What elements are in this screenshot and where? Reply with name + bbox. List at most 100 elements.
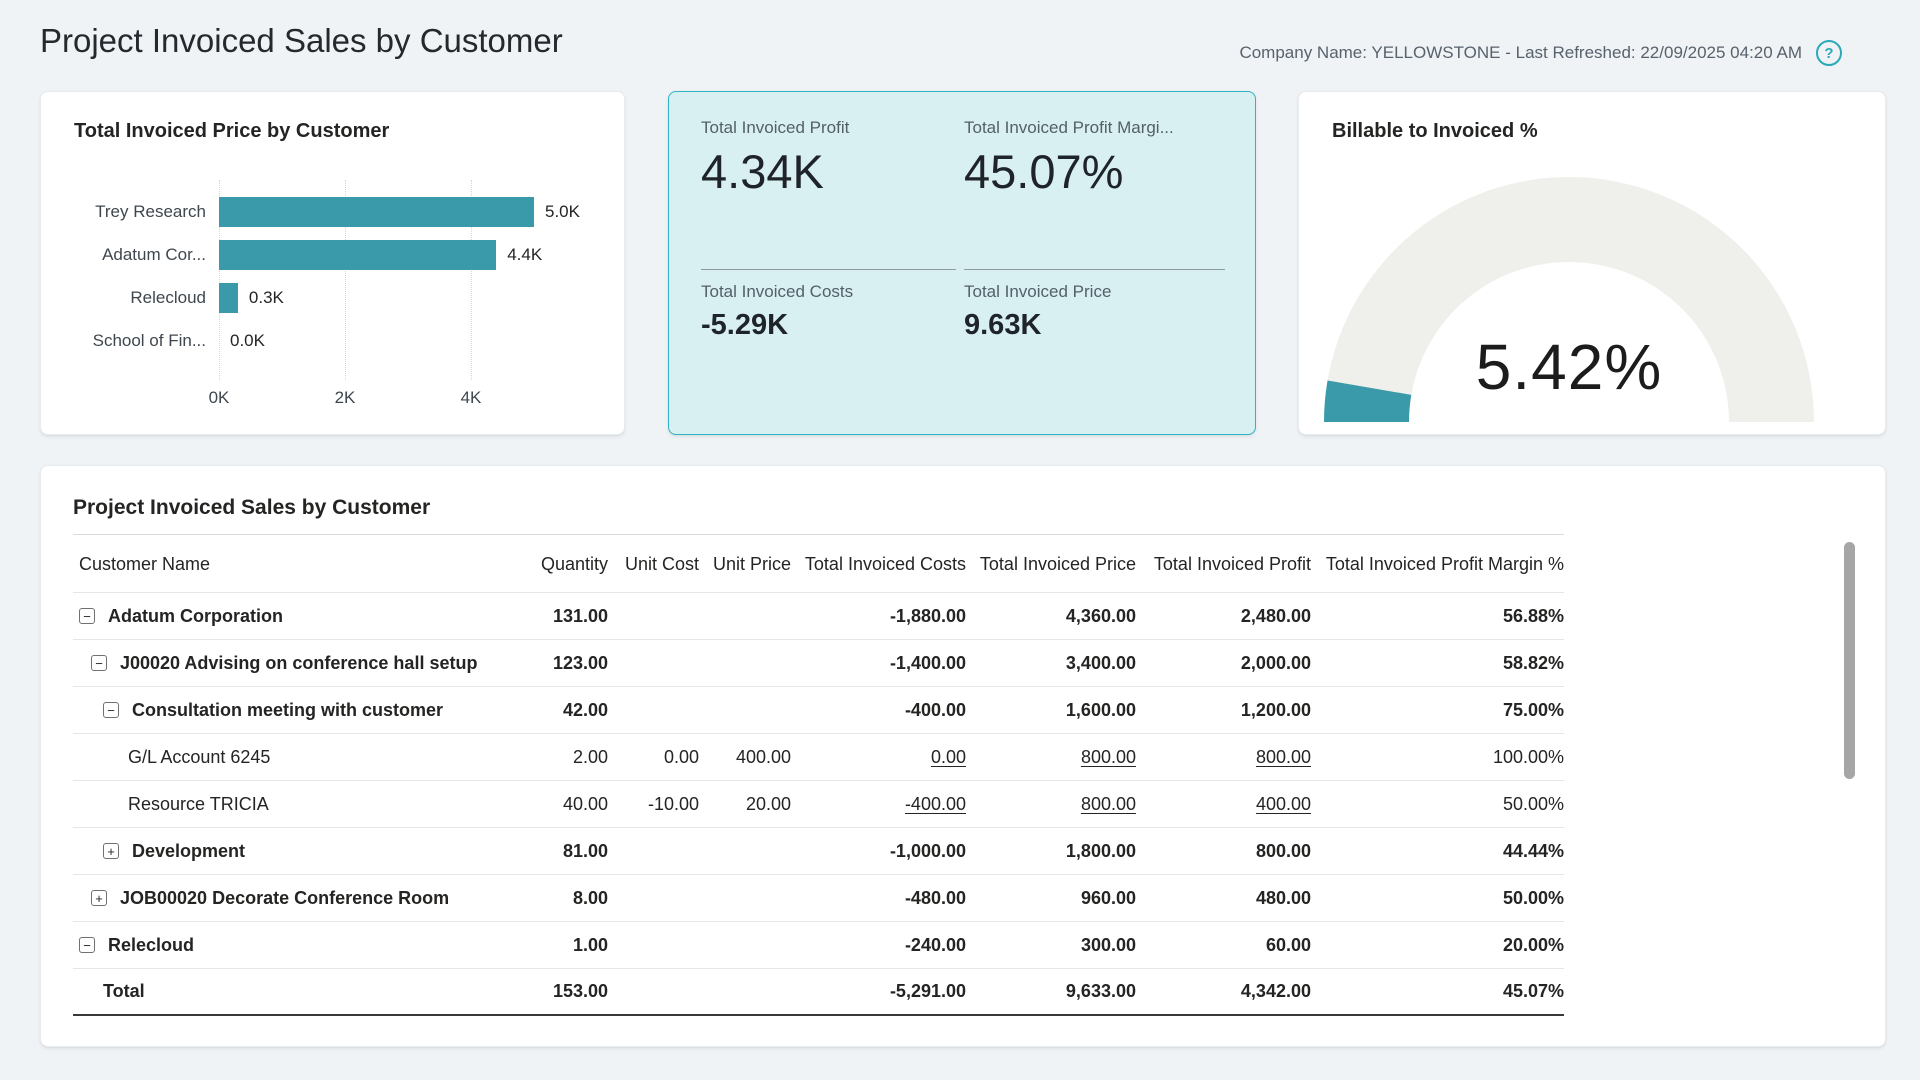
vertical-scrollbar-thumb[interactable] (1844, 542, 1855, 779)
collapse-toggle-icon[interactable]: − (79, 937, 95, 953)
table-cell: 8.00 (498, 888, 608, 909)
table-total-row: Total153.00-5,291.009,633.004,342.0045.0… (73, 969, 1564, 1016)
header-info-area: Company Name: YELLOWSTONE - Last Refresh… (1239, 40, 1842, 66)
table-cell: 45.07% (1311, 981, 1564, 1002)
expand-toggle-icon[interactable]: + (103, 843, 119, 859)
customer-name-cell: −J00020 Advising on conference hall setu… (73, 653, 498, 674)
table-row: G/L Account 62452.000.00400.000.00800.00… (73, 734, 1564, 781)
column-header[interactable]: Unit Price (699, 554, 791, 575)
table-cell[interactable]: 800.00 (1136, 747, 1311, 768)
row-label: Resource TRICIA (128, 794, 269, 815)
x-tick-label: 4K (461, 388, 482, 408)
row-label: Adatum Corporation (108, 606, 283, 627)
bar-category-label: Adatum Cor... (74, 245, 206, 265)
table-cell: 60.00 (1136, 935, 1311, 956)
row-label: Consultation meeting with customer (132, 700, 443, 721)
help-icon[interactable]: ? (1816, 40, 1842, 66)
table-cell: 800.00 (1136, 841, 1311, 862)
table-cell: 960.00 (966, 888, 1136, 909)
bar-row: Trey Research5.0K (74, 190, 609, 233)
kpi-total-invoiced-profit-margin: Total Invoiced Profit Margi... 45.07% (964, 118, 1174, 199)
bar-row: School of Fin...0.0K (74, 319, 609, 362)
table-cell[interactable]: 0.00 (791, 747, 966, 768)
column-header[interactable]: Total Invoiced Profit Margin % (1311, 554, 1564, 575)
table-cell: -1,880.00 (791, 606, 966, 627)
table-cell: -5,291.00 (791, 981, 966, 1002)
customer-name-cell: Resource TRICIA (73, 794, 498, 815)
table-row: −Adatum Corporation131.00-1,880.004,360.… (73, 593, 1564, 640)
row-label: J00020 Advising on conference hall setup (120, 653, 477, 674)
table-cell: 3,400.00 (966, 653, 1136, 674)
column-header[interactable]: Total Invoiced Costs (791, 554, 966, 575)
kpi-value: 4.34K (701, 144, 849, 199)
table-cell[interactable]: 800.00 (966, 747, 1136, 768)
table-cell: 9,633.00 (966, 981, 1136, 1002)
table-cell: 300.00 (966, 935, 1136, 956)
column-header[interactable]: Total Invoiced Price (966, 554, 1136, 575)
table-cell: -1,400.00 (791, 653, 966, 674)
table-cell[interactable]: 800.00 (966, 794, 1136, 815)
table-cell: 100.00% (1311, 747, 1564, 768)
column-header[interactable]: Total Invoiced Profit (1136, 554, 1311, 575)
table-cell: 40.00 (498, 794, 608, 815)
bar-track: 0.3K (219, 283, 609, 313)
customer-name-cell: −Consultation meeting with customer (73, 700, 498, 721)
column-header[interactable]: Unit Cost (608, 554, 699, 575)
kpi-divider (964, 269, 1225, 270)
kpi-label: Total Invoiced Profit (701, 118, 849, 138)
table-title: Project Invoiced Sales by Customer (73, 496, 430, 520)
x-tick-label: 0K (209, 388, 230, 408)
bar-chart-x-axis: 0K2K4K (219, 388, 549, 408)
collapse-toggle-icon[interactable]: − (91, 655, 107, 671)
table-cell: 400.00 (699, 747, 791, 768)
table-cell: 2.00 (498, 747, 608, 768)
bar-category-label: Relecloud (74, 288, 206, 308)
kpi-total-invoiced-profit: Total Invoiced Profit 4.34K (701, 118, 849, 199)
kpi-value: 9.63K (964, 309, 1111, 342)
collapse-toggle-icon[interactable]: − (79, 608, 95, 624)
table-cell[interactable]: 400.00 (1136, 794, 1311, 815)
table-cell: 1.00 (498, 935, 608, 956)
bar-track: 5.0K (219, 197, 609, 227)
column-header[interactable]: Quantity (498, 554, 608, 575)
table-cell: 20.00% (1311, 935, 1564, 956)
customer-name-cell: +Development (73, 841, 498, 862)
customer-name-cell: Total (73, 981, 498, 1002)
table-cell: 44.44% (1311, 841, 1564, 862)
table-row: +Development81.00-1,000.001,800.00800.00… (73, 828, 1564, 875)
table-cell: 1,200.00 (1136, 700, 1311, 721)
table-cell: 153.00 (498, 981, 608, 1002)
kpi-total-invoiced-costs: Total Invoiced Costs -5.29K (701, 282, 853, 342)
collapse-toggle-icon[interactable]: − (103, 702, 119, 718)
kpi-label: Total Invoiced Price (964, 282, 1111, 302)
bar-row: Adatum Cor... 4.4K (74, 233, 609, 276)
table-cell: 81.00 (498, 841, 608, 862)
table-cell: -10.00 (608, 794, 699, 815)
table-cell: 50.00% (1311, 888, 1564, 909)
table-row: −J00020 Advising on conference hall setu… (73, 640, 1564, 687)
kpi-total-invoiced-price: Total Invoiced Price 9.63K (964, 282, 1111, 342)
table-cell: 75.00% (1311, 700, 1564, 721)
table-cell[interactable]: -400.00 (791, 794, 966, 815)
table-cell: 20.00 (699, 794, 791, 815)
bar[interactable] (219, 197, 534, 227)
table-cell: 1,800.00 (966, 841, 1136, 862)
table-cell: 0.00 (608, 747, 699, 768)
column-header[interactable]: Customer Name (73, 554, 498, 575)
bar[interactable] (219, 240, 496, 270)
table-cell: -480.00 (791, 888, 966, 909)
customer-name-cell: −Relecloud (73, 935, 498, 956)
bar[interactable] (219, 283, 238, 313)
table-row: +JOB00020 Decorate Conference Room8.00 -4… (73, 875, 1564, 922)
table-header-row: Customer NameQuantityUnit CostUnit Price… (73, 536, 1564, 593)
expand-toggle-icon[interactable]: + (91, 890, 107, 906)
table-row: Resource TRICIA 40.00-10.0020.00-400.0080… (73, 781, 1564, 828)
page-title: Project Invoiced Sales by Customer (40, 22, 563, 60)
table-cell: 2,000.00 (1136, 653, 1311, 674)
table-cell: 50.00% (1311, 794, 1564, 815)
table-cell: -400.00 (791, 700, 966, 721)
customer-name-cell: +JOB00020 Decorate Conference Room (73, 888, 498, 909)
table-cell: 42.00 (498, 700, 608, 721)
x-tick-label: 2K (335, 388, 356, 408)
bar-value-label: 4.4K (507, 240, 542, 270)
